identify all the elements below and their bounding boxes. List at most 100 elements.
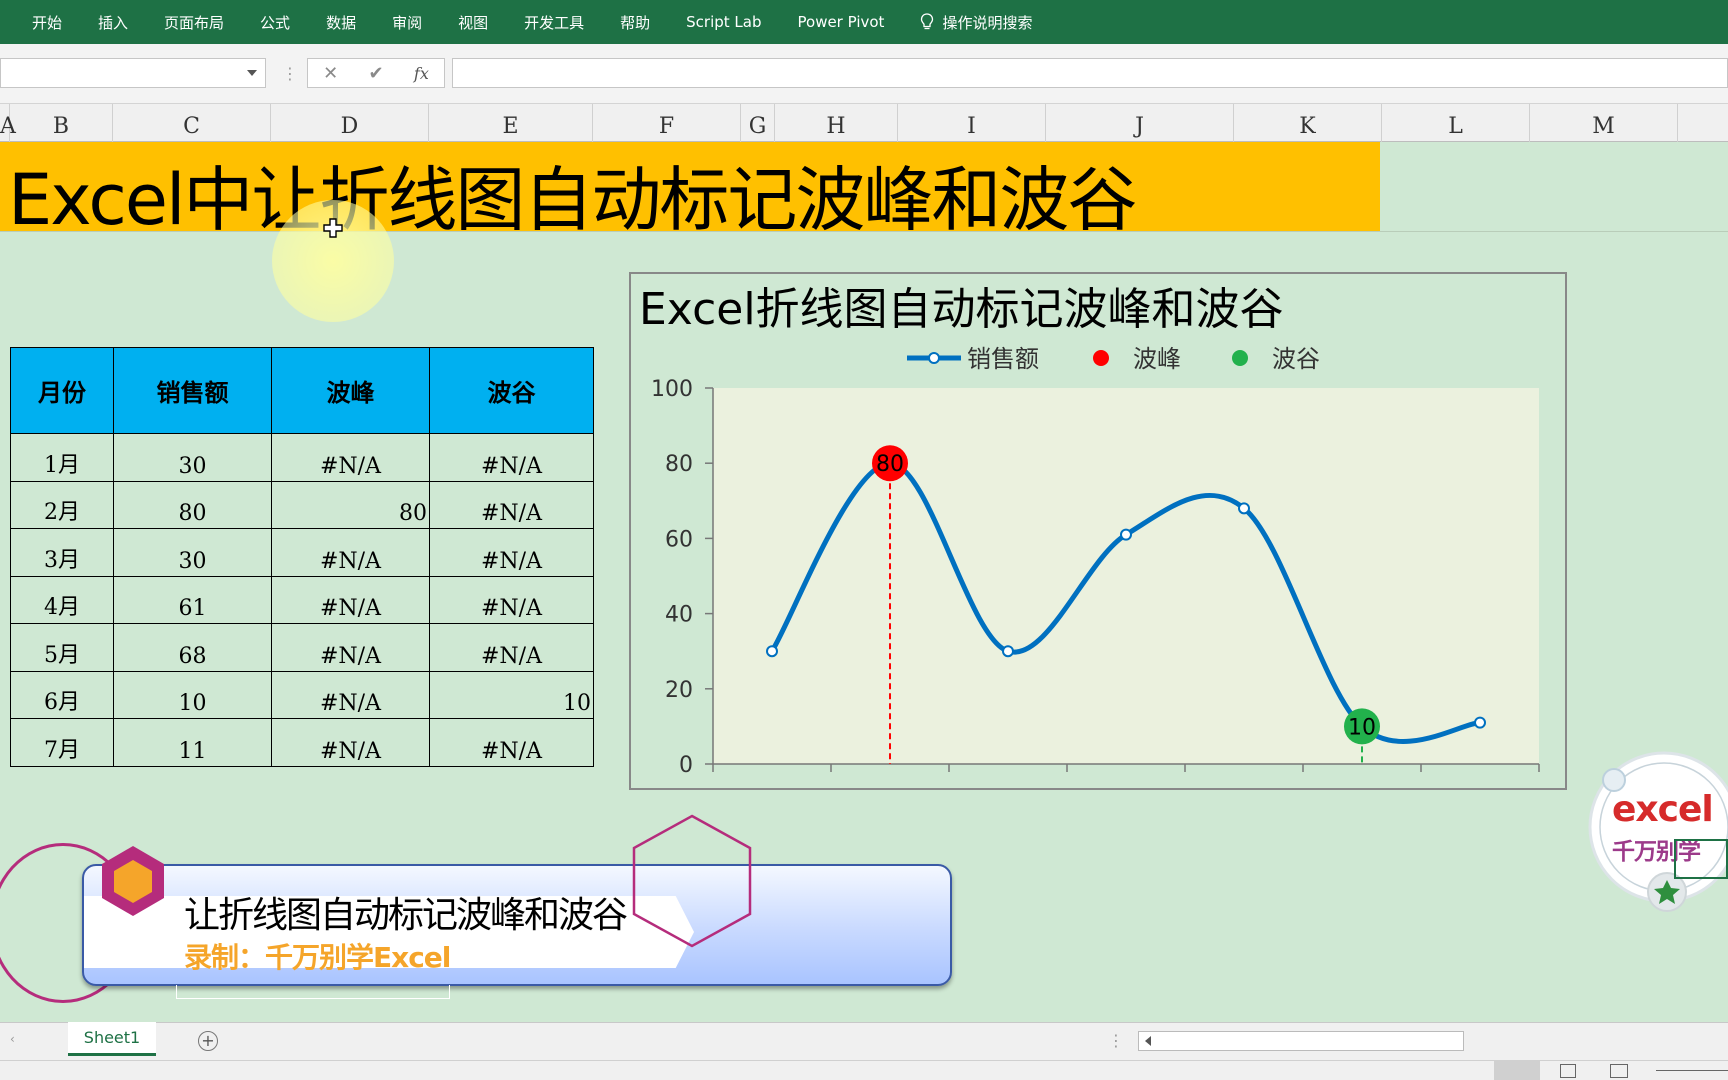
normal-view-icon[interactable] <box>1494 1061 1540 1080</box>
cell-month[interactable]: 7月 <box>10 718 114 767</box>
cell-peak[interactable]: #N/A <box>271 623 430 672</box>
scroll-left-arrow-icon[interactable] <box>1145 1036 1151 1046</box>
column-header-f[interactable]: F <box>593 104 741 142</box>
cell-peak[interactable]: #N/A <box>271 718 430 767</box>
cell-trough[interactable]: #N/A <box>429 480 594 529</box>
caption-title: 让折线图自动标记波峰和波谷 <box>184 895 628 936</box>
legend-marker-sales <box>928 352 940 364</box>
column-header-c[interactable]: C <box>113 104 271 142</box>
cell-trough[interactable]: #N/A <box>429 623 594 672</box>
caption-banner: 让折线图自动标记波峰和波谷 录制：千万别学Excel <box>82 864 952 986</box>
cell-trough[interactable]: 10 <box>429 670 594 719</box>
cell-month[interactable]: 4月 <box>10 575 114 624</box>
legend-label-peak: 波峰 <box>1133 345 1181 373</box>
sales-point <box>1474 716 1486 729</box>
horizontal-scrollbar[interactable] <box>1138 1031 1464 1051</box>
header-month[interactable]: 月份 <box>10 347 114 434</box>
plot-area <box>713 388 1539 764</box>
tell-me-search[interactable]: 操作说明搜索 <box>920 12 1032 33</box>
column-header-m[interactable]: M <box>1530 104 1678 142</box>
check-icon[interactable]: ✔ <box>369 63 384 84</box>
chevron-down-icon[interactable] <box>247 70 257 76</box>
header-trough[interactable]: 波谷 <box>429 347 594 434</box>
cell-sales[interactable]: 68 <box>113 623 272 672</box>
legend-label-sales: 销售额 <box>967 345 1039 373</box>
tab-scroll-left-icon[interactable]: ‹ <box>10 1032 15 1046</box>
column-header-j[interactable]: J <box>1046 104 1234 142</box>
ribbon-tab-developer[interactable]: 开发工具 <box>524 12 584 33</box>
column-header-h[interactable]: H <box>775 104 898 142</box>
table-row: 4月 61 #N/A #N/A <box>10 575 594 624</box>
selected-cell-outline <box>1674 839 1728 879</box>
ribbon-tab-formulas[interactable]: 公式 <box>260 12 290 33</box>
sales-point <box>1120 528 1132 541</box>
cell-trough[interactable]: #N/A <box>429 433 594 482</box>
cell-month[interactable]: 2月 <box>10 480 114 529</box>
cell-sales[interactable]: 30 <box>113 528 272 577</box>
ribbon-tab-page-layout[interactable]: 页面布局 <box>164 12 224 33</box>
cell-month[interactable]: 3月 <box>10 528 114 577</box>
more-options-icon[interactable]: ⋮ <box>282 64 298 83</box>
column-header-k[interactable]: K <box>1234 104 1382 142</box>
tabs-splitter-icon[interactable]: ⋮ <box>1108 1031 1124 1050</box>
zoom-slider[interactable] <box>1656 1070 1728 1071</box>
caption-subtitle: 录制：千万别学Excel <box>184 941 451 974</box>
column-header-l[interactable]: L <box>1382 104 1530 142</box>
ribbon-tab-script-lab[interactable]: Script Lab <box>686 13 761 31</box>
ribbon-tab-power-pivot[interactable]: Power Pivot <box>798 13 885 31</box>
hexagon-outline-decor <box>632 814 752 948</box>
trough-data-label: 10 <box>1348 715 1376 740</box>
ribbon-tab-data[interactable]: 数据 <box>326 12 356 33</box>
peak-data-label: 80 <box>876 452 904 477</box>
cell-month[interactable]: 5月 <box>10 623 114 672</box>
page-layout-view-icon[interactable] <box>1560 1064 1576 1078</box>
cell-sales[interactable]: 80 <box>113 480 272 529</box>
ribbon-tab-home[interactable]: 开始 <box>32 12 62 33</box>
tell-me-label: 操作说明搜索 <box>942 13 1033 32</box>
fx-icon[interactable]: fx <box>414 64 429 83</box>
add-sheet-icon[interactable]: + <box>198 1031 218 1051</box>
sheet-tab-sheet1[interactable]: Sheet1 <box>68 1022 156 1056</box>
cell-peak[interactable]: 80 <box>271 480 430 529</box>
cell-sales[interactable]: 61 <box>113 575 272 624</box>
column-header-b[interactable]: B <box>10 104 113 142</box>
page-break-view-icon[interactable] <box>1610 1064 1628 1078</box>
ribbon-tab-help[interactable]: 帮助 <box>620 12 650 33</box>
cell-peak[interactable]: #N/A <box>271 670 430 719</box>
table-row: 2月 80 80 #N/A <box>10 480 594 529</box>
column-header-e[interactable]: E <box>429 104 593 142</box>
line-chart[interactable]: Excel折线图自动标记波峰和波谷销售额波峰波谷0204060801001月2月… <box>629 272 1567 790</box>
ribbon-tab-review[interactable]: 审阅 <box>392 12 422 33</box>
cell-sales[interactable]: 30 <box>113 433 272 482</box>
header-peak[interactable]: 波峰 <box>271 347 430 434</box>
cancel-icon[interactable]: ✕ <box>323 63 338 84</box>
ribbon-tab-insert[interactable]: 插入 <box>98 12 128 33</box>
hexagon-icon <box>102 846 164 916</box>
cell-month[interactable]: 1月 <box>10 433 114 482</box>
cell-peak[interactable]: #N/A <box>271 575 430 624</box>
lightbulb-icon <box>921 13 934 30</box>
cell-month[interactable]: 6月 <box>10 670 114 719</box>
column-header-d[interactable]: D <box>271 104 429 142</box>
y-tick-label: 100 <box>651 377 693 402</box>
column-header-a[interactable]: A <box>0 104 16 142</box>
chart-title: Excel折线图自动标记波峰和波谷 <box>639 284 1284 335</box>
column-headers: A B C D E F G H I J K L M <box>0 104 1728 142</box>
header-sales[interactable]: 销售额 <box>113 347 272 434</box>
cell-trough[interactable]: #N/A <box>429 718 594 767</box>
cell-peak[interactable]: #N/A <box>271 528 430 577</box>
legend-marker-trough <box>1232 350 1248 366</box>
ribbon-tabs: 开始 插入 页面布局 公式 数据 审阅 视图 开发工具 帮助 Script La… <box>0 0 1728 44</box>
cell-trough[interactable]: #N/A <box>429 575 594 624</box>
cell-sales[interactable]: 10 <box>113 670 272 719</box>
formula-input[interactable] <box>452 58 1728 88</box>
cell-peak[interactable]: #N/A <box>271 433 430 482</box>
column-header-i[interactable]: I <box>898 104 1046 142</box>
cell-sales[interactable]: 11 <box>113 718 272 767</box>
ribbon-tab-view[interactable]: 视图 <box>458 12 488 33</box>
title-banner[interactable]: Excel中让折线图自动标记波峰和波谷 <box>0 142 1380 241</box>
cell-trough[interactable]: #N/A <box>429 528 594 577</box>
name-box[interactable] <box>0 58 266 88</box>
column-header-g[interactable]: G <box>741 104 775 142</box>
y-tick-label: 40 <box>665 603 693 628</box>
